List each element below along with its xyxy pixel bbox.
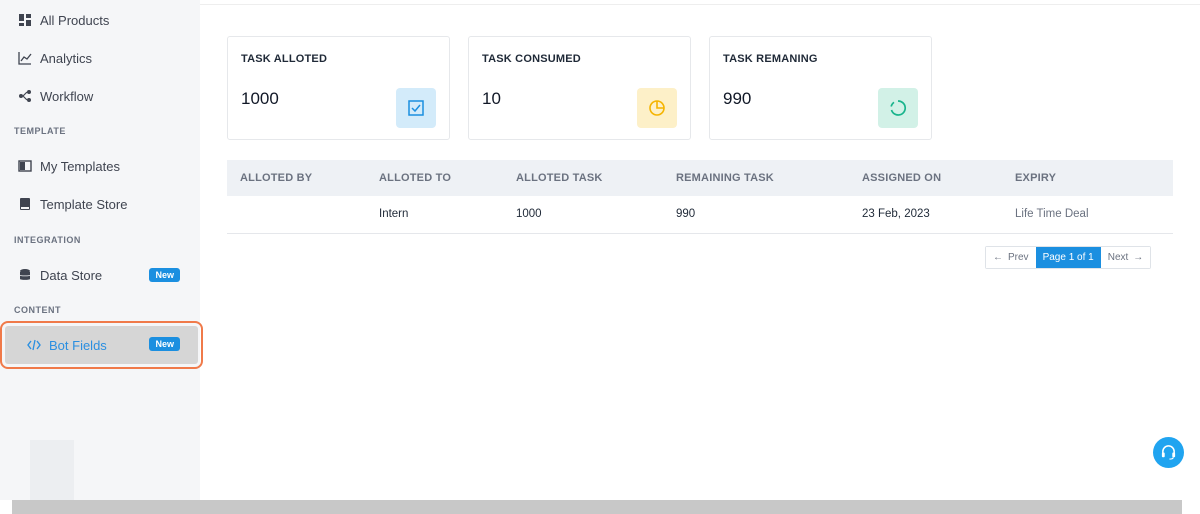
new-badge: New: [149, 268, 180, 282]
prev-label: Prev: [1008, 252, 1029, 263]
arrow-right-icon: →: [1133, 252, 1144, 263]
column-header: ALLOTED TASK: [516, 172, 603, 184]
table-row: Intern 1000 990 23 Feb, 2023 Life Time D…: [227, 196, 1173, 234]
ghost-overlay: [30, 440, 74, 506]
grid-icon: [18, 13, 32, 27]
sidebar-item-template-store[interactable]: Template Store: [0, 185, 200, 223]
sidebar-item-my-templates[interactable]: My Templates: [0, 147, 200, 185]
cell-alloted-to: Intern: [379, 208, 409, 220]
stat-card-value: 1000: [241, 89, 279, 108]
checkbox-icon: [396, 88, 436, 128]
spinner-icon: [878, 88, 918, 128]
column-header: ASSIGNED ON: [862, 172, 942, 184]
workflow-icon: [18, 89, 32, 103]
database-icon: [18, 268, 32, 282]
sidebar-item-workflow[interactable]: Workflow: [0, 77, 200, 115]
headset-icon: [1161, 445, 1176, 460]
stat-card-task-remaining: TASK REMANING 990: [709, 36, 932, 140]
section-label-template: TEMPLATE: [14, 126, 66, 136]
header-divider: [200, 4, 1200, 5]
stat-card-title: TASK CONSUMED: [482, 53, 581, 65]
arrow-left-icon: ←: [993, 252, 1003, 263]
sidebar-item-label: My Templates: [40, 158, 120, 174]
stat-card-title: TASK REMANING: [723, 53, 818, 65]
stat-card-title: TASK ALLOTED: [241, 53, 328, 65]
support-chat-button[interactable]: [1153, 437, 1184, 468]
column-header: ALLOTED BY: [240, 172, 313, 184]
book-icon: [18, 197, 32, 211]
sidebar-item-label: Bot Fields: [49, 337, 107, 353]
prev-button[interactable]: ← Prev: [986, 247, 1036, 268]
sidebar-item-label: All Products: [40, 12, 110, 28]
sidebar-item-label: Data Store: [40, 267, 103, 283]
template-icon: [18, 159, 32, 173]
section-label-integration: INTEGRATION: [14, 235, 81, 245]
column-header: EXPIRY: [1015, 172, 1057, 184]
current-page-indicator: Page 1 of 1: [1035, 247, 1101, 268]
sidebar-item-bot-fields-highlight[interactable]: Bot Fields New: [5, 326, 198, 364]
table-header: ALLOTED BY ALLOTED TO ALLOTED TASK REMAI…: [227, 160, 1173, 196]
stat-card-value: 990: [723, 89, 752, 108]
column-header: ALLOTED TO: [379, 172, 452, 184]
pie-icon: [637, 88, 677, 128]
sidebar-item-all-products[interactable]: All Products: [0, 1, 200, 39]
next-label: Next: [1107, 252, 1129, 263]
stat-card-value: 10: [482, 89, 501, 108]
sidebar: All Products Analytics Workflow TEMPLATE…: [0, 0, 203, 500]
stat-card-task-alloted: TASK ALLOTED 1000: [227, 36, 450, 140]
chart-line-icon: [18, 51, 32, 65]
sidebar-item-label: Template Store: [40, 196, 128, 212]
section-label-content: CONTENT: [14, 305, 61, 315]
code-icon: [27, 338, 41, 352]
sidebar-item-analytics[interactable]: Analytics: [0, 39, 200, 77]
task-table: ALLOTED BY ALLOTED TO ALLOTED TASK REMAI…: [227, 160, 1173, 234]
cell-assigned-on: 23 Feb, 2023: [862, 208, 930, 220]
pagination: ← Prev Page 1 of 1 Next →: [985, 246, 1152, 269]
sidebar-item-data-store[interactable]: Data Store New: [0, 256, 200, 294]
stat-card-task-consumed: TASK CONSUMED 10: [468, 36, 691, 140]
sidebar-item-bot-fields[interactable]: Bot Fields New: [0, 321, 203, 369]
cell-remaining-task: 990: [676, 208, 696, 220]
horizontal-scrollbar[interactable]: [12, 500, 1182, 514]
sidebar-item-label: Analytics: [40, 50, 93, 66]
cell-alloted-task: 1000: [516, 208, 542, 220]
cell-expiry: Life Time Deal: [1015, 208, 1089, 220]
next-button[interactable]: Next →: [1100, 247, 1151, 268]
new-badge: New: [149, 337, 180, 351]
column-header: REMAINING TASK: [676, 172, 774, 184]
sidebar-item-label: Workflow: [40, 88, 94, 104]
